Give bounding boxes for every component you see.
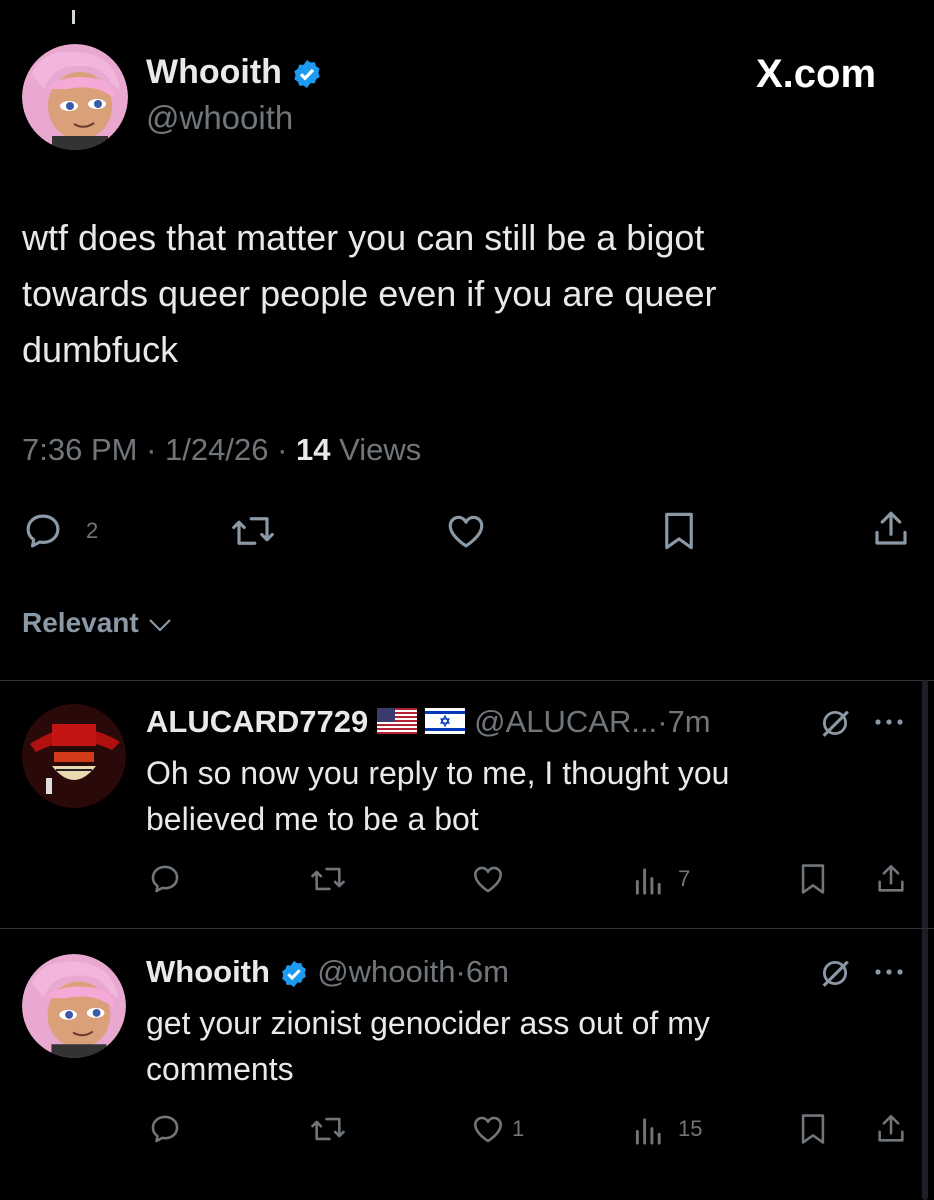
- share-icon[interactable]: [874, 862, 908, 896]
- retweet-icon[interactable]: [308, 1112, 348, 1146]
- meta-separator: ·: [277, 432, 288, 467]
- like-icon[interactable]: [470, 1112, 506, 1146]
- reply-author-name[interactable]: Whooith: [146, 954, 270, 989]
- views-label: Views: [339, 432, 422, 467]
- author-name[interactable]: Whooith: [146, 53, 282, 91]
- retweet-icon[interactable]: [228, 510, 278, 552]
- views-count: 7: [678, 866, 691, 891]
- reply-handle[interactable]: @whooith: [317, 954, 455, 989]
- grok-icon[interactable]: [818, 956, 852, 990]
- like-icon[interactable]: [470, 862, 506, 896]
- bookmark-icon[interactable]: [660, 510, 698, 552]
- views-count: 14: [296, 432, 331, 467]
- israel-flag-icon: [425, 704, 466, 744]
- reply-text-line: Oh so now you reply to me, I thought you: [146, 755, 730, 791]
- chevron-down-icon: [147, 615, 173, 635]
- reply-time[interactable]: 6m: [466, 954, 509, 989]
- views-icon[interactable]: [634, 864, 664, 896]
- bookmark-icon[interactable]: [798, 1112, 828, 1146]
- reply-text-line: get your zionist genocider ass out of my: [146, 1005, 710, 1041]
- top-scrollbar-tick: [72, 10, 75, 24]
- meta-separator: ·: [455, 954, 466, 989]
- author-line: Whooith: [146, 52, 323, 92]
- divider: [0, 680, 934, 681]
- grok-icon[interactable]: [818, 706, 852, 740]
- more-icon[interactable]: [872, 962, 906, 982]
- tweet-text-line: towards queer people even if you are que…: [22, 273, 717, 314]
- more-icon[interactable]: [872, 712, 906, 732]
- like-count: 1: [512, 1116, 525, 1141]
- reply-icon[interactable]: [148, 862, 182, 896]
- sort-selector[interactable]: Relevant: [22, 606, 173, 640]
- avatar[interactable]: [22, 954, 126, 1058]
- tweet-time[interactable]: 7:36 PM: [22, 432, 137, 467]
- scrollbar[interactable]: [922, 680, 928, 1200]
- like-icon[interactable]: [444, 510, 488, 552]
- reply-text: get your zionist genocider ass out of my…: [146, 1000, 886, 1092]
- share-icon[interactable]: [870, 508, 912, 550]
- verified-badge-icon: [291, 58, 323, 90]
- verified-badge-icon: [279, 959, 309, 989]
- tweet-text-line: dumbfuck: [22, 329, 179, 370]
- reply-text-line: believed me to be a bot: [146, 801, 479, 837]
- reply-handle[interactable]: @ALUCAR...: [474, 704, 657, 739]
- reply-header: Whooith @whooith·6m: [146, 952, 509, 992]
- tweet-date[interactable]: 1/24/26: [165, 432, 268, 467]
- us-flag-icon: [376, 704, 417, 744]
- views-count: 15: [678, 1116, 703, 1141]
- bookmark-icon[interactable]: [798, 862, 828, 896]
- avatar[interactable]: [22, 704, 126, 808]
- sort-label: Relevant: [22, 607, 139, 638]
- reply-icon[interactable]: [22, 510, 64, 552]
- tweet-text-line: wtf does that matter you can still be a …: [22, 217, 705, 258]
- reply-icon[interactable]: [148, 1112, 182, 1146]
- reply-text-line: comments: [146, 1051, 294, 1087]
- reply-text: Oh so now you reply to me, I thought you…: [146, 750, 886, 842]
- reply-header: ALUCARD7729 @ALUCAR...·7m: [146, 702, 711, 744]
- meta-separator: ·: [146, 432, 157, 467]
- reply-time[interactable]: 7m: [668, 704, 711, 739]
- meta-separator: ·: [657, 704, 668, 739]
- author-handle[interactable]: @whooith: [146, 98, 293, 138]
- divider: [0, 928, 934, 929]
- reply-count: 2: [86, 518, 99, 543]
- share-icon[interactable]: [874, 1112, 908, 1146]
- avatar[interactable]: [22, 44, 128, 150]
- views-icon[interactable]: [634, 1114, 664, 1146]
- retweet-icon[interactable]: [308, 862, 348, 896]
- tweet-text: wtf does that matter you can still be a …: [22, 210, 902, 378]
- reply-author-name[interactable]: ALUCARD7729: [146, 704, 368, 739]
- tweet-meta: 7:36 PM · 1/24/26 · 14 Views: [22, 430, 421, 470]
- site-label: X.com: [756, 52, 877, 96]
